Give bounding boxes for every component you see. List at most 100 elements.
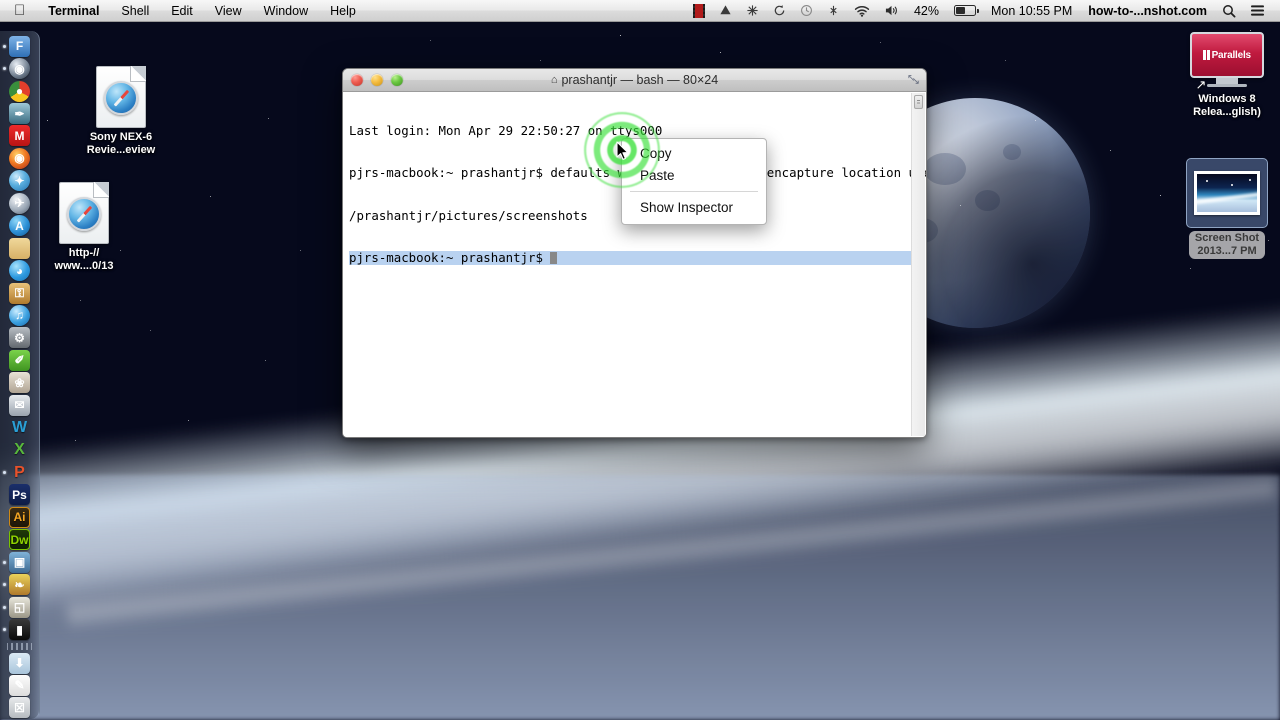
battery-percent-label[interactable]: 42% [906,0,947,21]
dock-item-adobe-photoshop[interactable]: Ps [0,484,40,506]
documents-folder-icon [9,238,30,259]
dock-item-firefox[interactable]: ◉ [0,147,40,169]
terminal-prompt-line: pjrs-macbook:~ prashantjr$ [349,251,920,265]
dock-item-preview[interactable]: ◱ [0,596,40,618]
terminal-line: Last login: Mon Apr 29 22:50:27 on ttys0… [349,124,920,138]
icon-label-line1: Sony NEX-6 [90,131,152,143]
safari-compass-icon [67,197,101,231]
terminal-titlebar[interactable]: ⌂ prashantjr — bash — 80×24 [343,69,926,92]
alias-arrow-icon: ↗ [1194,78,1208,92]
film-strip-icon[interactable] [686,0,712,21]
dock[interactable]: F ◉ ● ✒ M ◉ ✦ ✈ A ◕ ⚿ ♫ ⚙ ✐ ❀ ✉ W X P Ps Ai Dw ▣ ❧ ◱ ▮ ⬇ ✎ ☒ [0,31,40,719]
dock-item-microsoft-powerpoint[interactable]: P [0,461,40,483]
dock-item-mail[interactable]: ✉ [0,394,40,416]
desktop-icon-windows-8-parallels-alias[interactable]: Parallels ↗ Windows 8 Relea...glish) [1172,32,1280,119]
icon-label-line1: Windows 8 [1198,93,1255,105]
window-controls[interactable] [343,74,403,86]
scrollbar-thumb[interactable] [914,95,923,109]
dock-item-microsoft-excel[interactable]: X [0,439,40,461]
running-indicator-dot [3,561,6,564]
context-menu[interactable]: Copy Paste Show Inspector [621,138,767,225]
terminal-icon: ▮ [9,619,30,640]
microsoft-word-icon: W [9,417,30,438]
notification-center-icon[interactable] [1243,0,1272,21]
dock-item-evernote[interactable]: ✐ [0,349,40,371]
dock-item-parrot-app[interactable]: ❧ [0,574,40,596]
flux-icon[interactable] [739,0,766,21]
icon-label-line1: http-// [69,247,100,259]
menu-item-shell[interactable]: Shell [110,0,160,21]
dock-item-app-store[interactable]: A [0,215,40,237]
webloc-document-icon [96,66,146,128]
sync-refresh-icon[interactable] [766,0,793,21]
dock-item-microsoft-word[interactable]: W [0,416,40,438]
dock-item-google-chrome[interactable]: ● [0,80,40,102]
context-menu-item-copy[interactable]: Copy [622,143,766,165]
google-drive-icon[interactable] [712,0,739,21]
spotlight-search-icon[interactable] [1215,0,1243,21]
safari-compass-icon [104,81,138,115]
menu-item-window[interactable]: Window [253,0,319,21]
mactracker-icon: ✒ [9,103,30,124]
webloc-document-icon [59,182,109,244]
clock-label[interactable]: Mon 10:55 PM [983,0,1080,21]
close-button[interactable] [351,74,363,86]
icon-label-line2: 2013...7 PM [1197,245,1256,257]
mega-icon: M [9,125,30,146]
dock-item-messages[interactable]: ◕ [0,259,40,281]
bluetooth-icon[interactable] [820,0,847,21]
user-account-label[interactable]: how-to-...nshot.com [1080,0,1215,21]
menu-item-help[interactable]: Help [319,0,367,21]
dock-item-1password[interactable]: ⚿ [0,282,40,304]
dock-item-dvd-player[interactable]: ◉ [0,57,40,79]
parrot-app-icon: ❧ [9,574,30,595]
fullscreen-button[interactable] [907,74,920,87]
adobe-dreamweaver-icon: Dw [9,529,30,550]
screenshot-thumbnail [1194,171,1260,215]
dock-item-xray-utility[interactable]: ⚙ [0,327,40,349]
zoom-button[interactable] [391,74,403,86]
volume-icon[interactable] [877,0,906,21]
dock-item-screen-capture-app[interactable]: ▣ [0,551,40,573]
context-menu-item-paste[interactable]: Paste [622,165,766,187]
minimize-button[interactable] [371,74,383,86]
dock-item-adobe-dreamweaver[interactable]: Dw [0,529,40,551]
running-indicator-dot [3,45,6,48]
menu-item-app[interactable]: Terminal [37,0,110,21]
rocket-launcher-icon: ✈ [9,193,30,214]
menu-item-view[interactable]: View [204,0,253,21]
dock-item-adobe-illustrator[interactable]: Ai [0,506,40,528]
time-machine-icon[interactable] [793,0,820,21]
dock-item-mactracker[interactable]: ✒ [0,102,40,124]
microsoft-powerpoint-icon: P [9,462,30,483]
wifi-icon[interactable] [847,0,877,21]
dock-item-notes-document[interactable]: ✎ [0,674,40,696]
dock-item-documents-folder[interactable] [0,237,40,259]
selected-file-highlight [1186,158,1268,228]
desktop-icon-http-www-webloc[interactable]: http-//www....0/13 [29,182,139,273]
desktop-icon-sony-nex-6-review-webloc[interactable]: Sony NEX-6 Revie...eview [66,66,176,157]
itunes-icon: ♫ [9,305,30,326]
dock-item-trash[interactable]: ☒ [0,697,40,719]
dock-item-terminal[interactable]: ▮ [0,618,40,640]
dock-item-rocket-launcher[interactable]: ✈ [0,192,40,214]
context-menu-item-show-inspector[interactable]: Show Inspector [622,197,766,219]
terminal-scrollbar[interactable] [911,93,925,436]
apple-menu-icon[interactable]:  [0,0,37,21]
dock-separator [7,643,33,650]
terminal-window[interactable]: ⌂ prashantjr — bash — 80×24 Last login: … [342,68,927,438]
battery-icon[interactable] [947,0,983,21]
terminal-prompt: pjrs-macbook:~ prashantjr$ [349,250,550,265]
dock-item-iphoto[interactable]: ❀ [0,372,40,394]
dock-item-itunes[interactable]: ♫ [0,304,40,326]
menu-item-edit[interactable]: Edit [160,0,204,21]
1password-icon: ⚿ [9,283,30,304]
dock-item-mega[interactable]: M [0,125,40,147]
dock-item-safari[interactable]: ✦ [0,170,40,192]
dock-item-downloads-stack[interactable]: ⬇ [0,652,40,674]
running-indicator-dot [3,606,6,609]
desktop-icon-screen-shot-file[interactable]: Screen Shot 2013...7 PM [1172,158,1280,259]
icon-label-line2: Revie...eview [87,144,156,156]
dock-item-finder[interactable]: F [0,35,40,57]
screen-capture-app-icon: ▣ [9,552,30,573]
